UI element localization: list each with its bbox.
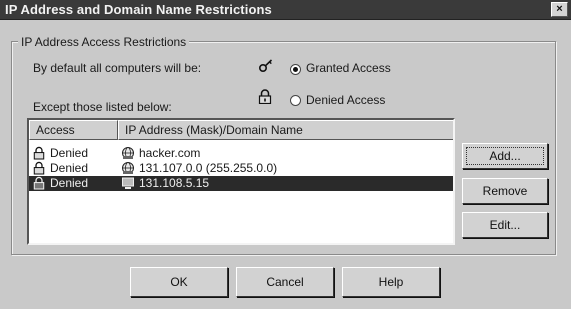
remove-button[interactable]: Remove bbox=[462, 178, 548, 204]
key-icon bbox=[258, 58, 274, 74]
title-bar: IP Address and Domain Name Restrictions … bbox=[0, 0, 571, 20]
except-text: Except those listed below: bbox=[33, 100, 172, 114]
access-cell: Denied bbox=[50, 161, 89, 175]
denied-access-radio[interactable] bbox=[290, 95, 301, 106]
access-cell: Denied bbox=[50, 146, 89, 160]
lock-icon bbox=[33, 161, 45, 175]
default-access-text: By default all computers will be: bbox=[33, 61, 202, 75]
lock-icon bbox=[258, 89, 272, 104]
denied-access-label[interactable]: Denied Access bbox=[306, 93, 385, 107]
groupbox-label: IP Address Access Restrictions bbox=[18, 35, 190, 49]
list-item-selected[interactable]: Denied 131.108.5.15 bbox=[29, 176, 453, 191]
help-button[interactable]: Help bbox=[342, 267, 440, 297]
ok-button[interactable]: OK bbox=[130, 267, 228, 297]
column-header-access[interactable]: Access bbox=[29, 120, 118, 140]
list-item[interactable]: Denied 131.107.0.0 (255.255.0.0) bbox=[29, 161, 453, 176]
globe-icon bbox=[121, 146, 135, 160]
edit-button[interactable]: Edit... bbox=[462, 212, 548, 238]
access-cell: Denied bbox=[50, 176, 89, 190]
lock-icon bbox=[33, 146, 45, 160]
close-icon: × bbox=[556, 3, 563, 15]
cancel-button[interactable]: Cancel bbox=[236, 267, 334, 297]
computer-icon bbox=[121, 177, 135, 190]
address-cell: 131.108.5.15 bbox=[139, 176, 210, 190]
address-cell: 131.107.0.0 (255.255.0.0) bbox=[139, 161, 278, 175]
granted-access-label[interactable]: Granted Access bbox=[306, 61, 391, 75]
close-button[interactable]: × bbox=[551, 2, 568, 17]
list-header: Access IP Address (Mask)/Domain Name bbox=[29, 120, 453, 140]
add-button[interactable]: Add... bbox=[462, 143, 548, 169]
address-cell: hacker.com bbox=[139, 146, 201, 160]
window-title: IP Address and Domain Name Restrictions bbox=[5, 2, 272, 17]
granted-access-radio[interactable] bbox=[290, 64, 301, 75]
lock-icon bbox=[33, 176, 45, 190]
restrictions-list[interactable]: Access IP Address (Mask)/Domain Name Den… bbox=[27, 118, 455, 245]
list-item[interactable]: Denied hacker.com bbox=[29, 146, 453, 161]
globe-icon bbox=[121, 161, 135, 175]
column-header-address[interactable]: IP Address (Mask)/Domain Name bbox=[118, 120, 453, 140]
